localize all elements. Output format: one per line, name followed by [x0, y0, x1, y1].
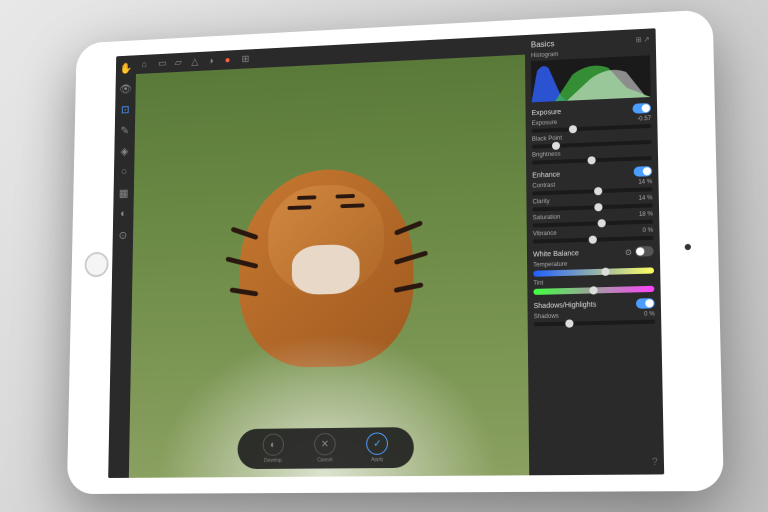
develop-button[interactable]: ◐ Develop	[262, 434, 284, 464]
hand-tool-icon[interactable]: ✋	[120, 61, 133, 75]
clone-tool-icon[interactable]: ◈	[118, 144, 131, 158]
blemish-tool-icon[interactable]: ○	[118, 165, 131, 179]
color-icon[interactable]: ●	[225, 54, 236, 66]
ipad-frame: ✋ 👁 ⊡ ✎ ◈ ○ ▦ ◐ ⊙ ⌂ ▭ ▱ △ ◑ ● ⊞	[67, 9, 724, 494]
white-balance-section: White Balance ⊙ Temperature Tint	[533, 246, 654, 295]
exposure-section: Exposure Exposure-0.57 Black Point Brigh…	[532, 103, 652, 165]
histogram[interactable]	[531, 55, 651, 102]
overlay-tool-icon[interactable]: ▦	[117, 186, 130, 200]
enhance-title: Enhance	[532, 171, 560, 179]
shadows-slider[interactable]	[534, 320, 655, 327]
adjustments-panel: Basics ⊞ ↗ Histogram Exposure Exposure-0…	[525, 28, 664, 475]
enhance-section: Enhance Contrast14 % Clarity14 % Saturat…	[532, 166, 653, 243]
doc-icon[interactable]: ▱	[175, 56, 186, 68]
exposure-toggle[interactable]	[632, 103, 651, 114]
app-screen: ✋ 👁 ⊡ ✎ ◈ ○ ▦ ◐ ⊙ ⌂ ▭ ▱ △ ◑ ● ⊞	[108, 28, 664, 478]
wb-picker-icon[interactable]: ⊙	[625, 247, 632, 256]
home-icon[interactable]: ⌂	[142, 58, 153, 70]
sh-title: Shadows/Highlights	[534, 301, 597, 310]
wb-toggle[interactable]	[635, 246, 654, 257]
shadows-highlights-section: Shadows/Highlights Shadows0 %	[534, 298, 655, 326]
sh-toggle[interactable]	[636, 298, 655, 309]
vibrance-slider[interactable]	[533, 236, 654, 244]
layers-icon[interactable]: ⊞	[241, 53, 252, 65]
apply-button[interactable]: ✓ Apply	[366, 432, 388, 463]
enhance-toggle[interactable]	[634, 166, 653, 177]
cancel-button[interactable]: ✕ Cancel	[314, 433, 336, 464]
image-canvas[interactable]: ◐ Develop ✕ Cancel ✓ Apply	[129, 55, 529, 478]
panel-menu-icon[interactable]: ⊞ ↗	[636, 35, 650, 44]
exposure-title: Exposure	[532, 108, 562, 116]
brush-tool-icon[interactable]: ✎	[118, 123, 131, 137]
persona-icon[interactable]: △	[191, 56, 202, 68]
crop-tool-icon[interactable]: ⊡	[119, 102, 132, 116]
wb-title: White Balance	[533, 250, 579, 258]
panel-title: Basics	[531, 39, 555, 49]
blur-tool-icon[interactable]: ⊙	[116, 228, 129, 242]
home-button[interactable]	[84, 252, 108, 278]
gradient-tool-icon[interactable]: ◐	[117, 207, 130, 221]
eye-tool-icon[interactable]: 👁	[119, 82, 132, 96]
temperature-slider[interactable]	[533, 267, 654, 276]
camera-dot	[685, 244, 691, 250]
help-icon[interactable]: ?	[652, 457, 658, 469]
bottom-action-bar: ◐ Develop ✕ Cancel ✓ Apply	[237, 427, 413, 469]
adjust-icon[interactable]: ◑	[208, 55, 219, 67]
file-icon[interactable]: ▭	[158, 57, 169, 69]
tint-slider[interactable]	[533, 286, 654, 295]
